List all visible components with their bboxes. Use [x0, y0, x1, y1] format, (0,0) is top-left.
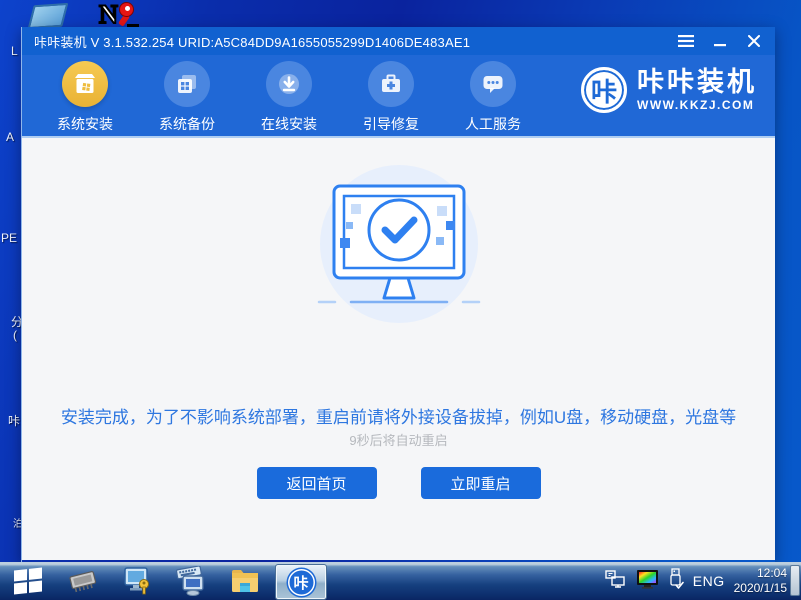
hamburger-icon [678, 35, 694, 47]
desktop-label-partial: A [6, 130, 14, 144]
close-icon [748, 35, 760, 47]
desktop: N L A PE 分 ( 咔 泊 咔咔装机 V 3.1.532.254 URID… [0, 0, 801, 600]
taskbar-folder-icon[interactable] [218, 562, 272, 600]
brand-url: WWW.KKZJ.COM [637, 98, 757, 112]
clock-date: 2020/1/15 [734, 581, 787, 596]
taskbar-clock[interactable]: 12:04 2020/1/15 [734, 566, 787, 596]
download-icon [266, 61, 312, 107]
monitor-checkmark-illustration [289, 164, 509, 341]
taskbar: 咔 [0, 562, 801, 600]
computer-lock-icon [121, 566, 153, 596]
restart-now-button[interactable]: 立即重启 [421, 467, 541, 499]
brand-name: 咔咔装机 [637, 68, 757, 96]
taskbar-memory-chip-icon[interactable] [56, 562, 110, 600]
minimize-icon [714, 35, 726, 47]
desktop-label-partial: ( [13, 328, 17, 342]
restart-countdown: 9秒后将自动重启 [22, 430, 775, 449]
main-content: 安装完成，为了不影响系统部署，重启前请将外接设备拔掉，例如U盘，移动硬盘，光盘等… [22, 138, 775, 560]
taskbar-computer-lock-icon[interactable] [110, 562, 164, 600]
nav-item-customer-service[interactable]: 人工服务 [446, 61, 540, 134]
install-complete-message: 安装完成，为了不影响系统部署，重启前请将外接设备拔掉，例如U盘，移动硬盘，光盘等 [22, 403, 775, 428]
tray-network-icon[interactable] [605, 570, 627, 593]
taskbar-keyboard-monitor-icon[interactable] [164, 562, 218, 600]
taskbar-kaka-app-button[interactable]: 咔 [272, 562, 326, 600]
n-red-key-shortcut-icon[interactable]: N [99, 0, 143, 30]
tilted-screen-shortcut-icon[interactable] [31, 4, 65, 28]
titlebar[interactable]: 咔咔装机 V 3.1.532.254 URID:A5C84DD9A1655055… [22, 27, 775, 55]
kaka-app-icon: 咔 [288, 569, 315, 596]
clock-time: 12:04 [734, 566, 787, 581]
show-desktop-button[interactable] [790, 565, 800, 596]
chat-service-icon [470, 61, 516, 107]
desktop-label-partial: PE [1, 231, 17, 245]
kaka-logo-icon: 咔 [581, 67, 627, 113]
nav-item-online-install[interactable]: 在线安装 [242, 61, 336, 134]
nav-label: 人工服务 [465, 114, 521, 134]
install-box-icon [62, 61, 108, 107]
menu-button[interactable] [677, 32, 695, 50]
n-letter: N [99, 0, 118, 30]
nav-item-system-backup[interactable]: 系统备份 [140, 61, 234, 134]
start-button[interactable] [0, 562, 56, 600]
nav-label: 系统备份 [159, 114, 215, 134]
backup-stack-icon [164, 61, 210, 107]
file-folder-icon [229, 567, 261, 595]
tray-usb-icon[interactable] [668, 568, 684, 595]
nav-label: 引导修复 [363, 114, 419, 134]
nav-label: 系统安装 [57, 114, 113, 134]
desktop-label-partial: L [11, 44, 18, 58]
kaka-zhuangji-window: 咔咔装机 V 3.1.532.254 URID:A5C84DD9A1655055… [21, 27, 775, 562]
windows-start-icon [14, 568, 42, 595]
return-home-button[interactable]: 返回首页 [257, 467, 377, 499]
repair-kit-icon [368, 61, 414, 107]
memory-chip-icon [66, 568, 100, 594]
nav-bar: 系统安装 系统备份 [22, 55, 775, 138]
nav-item-system-install[interactable]: 系统安装 [38, 61, 132, 134]
minimize-button[interactable] [711, 32, 729, 50]
nav-label: 在线安装 [261, 114, 317, 134]
brand-logo: 咔 咔咔装机 WWW.KKZJ.COM [581, 67, 757, 113]
desktop-label-partial: 咔 [8, 412, 20, 429]
language-indicator[interactable]: ENG [693, 573, 725, 589]
window-title: 咔咔装机 V 3.1.532.254 URID:A5C84DD9A1655055… [34, 32, 677, 51]
nav-item-boot-repair[interactable]: 引导修复 [344, 61, 438, 134]
keyboard-monitor-icon [174, 566, 208, 596]
close-button[interactable] [745, 32, 763, 50]
tray-display-color-icon[interactable] [636, 569, 659, 594]
